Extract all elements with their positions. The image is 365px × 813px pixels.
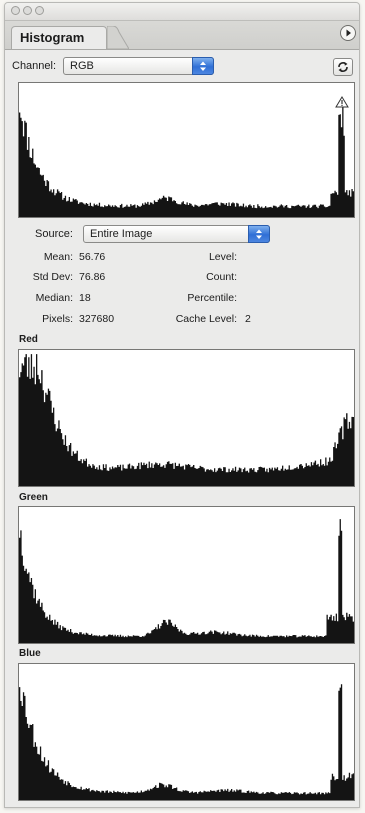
mean-value: 56.76: [79, 251, 106, 263]
mean-label: Mean:: [43, 251, 73, 263]
title-bar[interactable]: [5, 3, 359, 21]
tab-edge-decoration: [107, 26, 129, 49]
double-chevron-icon: [200, 61, 206, 71]
panel-menu-button[interactable]: [340, 25, 356, 41]
stddev-value: 76.86: [79, 271, 106, 283]
blue-histogram: [18, 663, 355, 801]
green-histogram-plot: [19, 519, 354, 643]
level-label: Level:: [208, 251, 237, 263]
histogram-silhouette: [19, 519, 354, 643]
red-histogram-plot: [19, 354, 354, 486]
count-label: Count:: [206, 271, 237, 283]
cache-level-value: 2: [245, 313, 251, 325]
stddev-label: Std Dev:: [32, 271, 73, 283]
channel-select[interactable]: RGB: [63, 57, 214, 75]
percentile-label: Percentile:: [187, 292, 237, 304]
refresh-icon: [338, 62, 348, 72]
tab-histogram[interactable]: Histogram: [11, 26, 107, 49]
red-channel-label: Red: [19, 334, 38, 345]
source-label: Source:: [35, 228, 73, 240]
blue-channel-label: Blue: [19, 648, 41, 659]
red-histogram: [18, 349, 355, 487]
histogram-window: Histogram Channel: RGB Source: Entire Im…: [4, 2, 360, 808]
source-select[interactable]: Entire Image: [83, 225, 270, 243]
histogram-silhouette: [19, 101, 354, 217]
histogram-silhouette: [19, 684, 354, 800]
blue-histogram-plot: [19, 684, 354, 800]
green-channel-label: Green: [19, 492, 48, 503]
zoom-window-button[interactable]: [35, 6, 44, 15]
source-dropdown-arrow[interactable]: [248, 225, 270, 243]
refresh-histogram-button[interactable]: [333, 58, 353, 76]
green-histogram: [18, 506, 355, 644]
source-select-value: Entire Image: [90, 228, 153, 240]
composite-histogram: [18, 82, 355, 218]
double-chevron-icon: [256, 229, 262, 239]
minimize-window-button[interactable]: [23, 6, 32, 15]
histogram-silhouette: [19, 354, 354, 486]
panel-tab-bar: Histogram: [5, 21, 359, 50]
median-label: Median:: [35, 292, 73, 304]
pixels-value: 327680: [79, 313, 115, 325]
median-value: 18: [79, 292, 91, 304]
warning-triangle-icon[interactable]: [335, 96, 349, 108]
close-window-button[interactable]: [11, 6, 20, 15]
panel-menu-arrow-icon: [346, 29, 351, 37]
cache-level-label: Cache Level:: [175, 313, 237, 325]
pixels-label: Pixels:: [42, 313, 73, 325]
composite-histogram-plot: [19, 101, 354, 217]
channel-label: Channel:: [12, 60, 57, 72]
channel-select-value: RGB: [70, 60, 94, 72]
channel-dropdown-arrow[interactable]: [192, 57, 214, 75]
